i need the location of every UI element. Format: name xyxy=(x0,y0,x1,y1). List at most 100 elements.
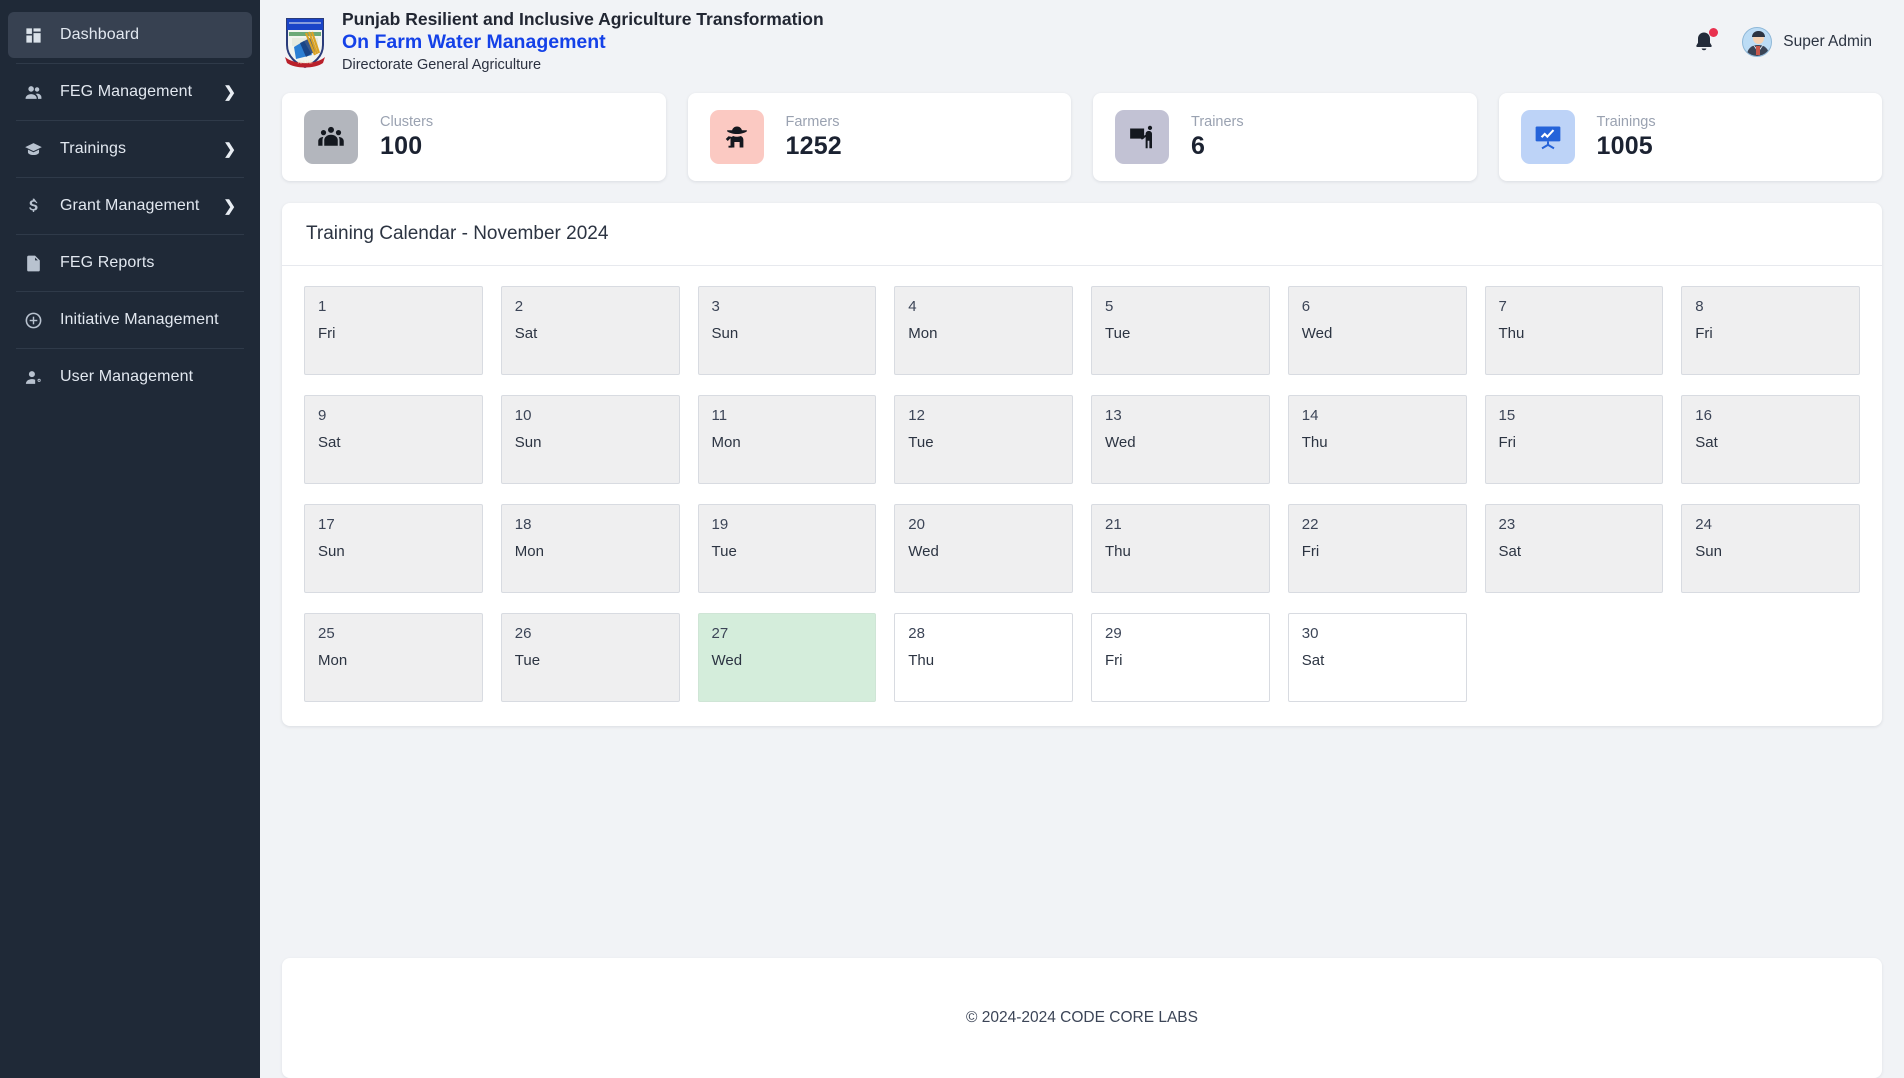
calendar-day-number: 26 xyxy=(514,625,532,642)
calendar-day-number: 24 xyxy=(1695,516,1712,533)
dollar-icon xyxy=(28,198,38,212)
calendar-day-cell[interactable]: 23 Sat xyxy=(1484,504,1664,593)
calendar-day-number: 2 xyxy=(514,298,524,315)
sidebar-nav-list: Dashboard FEG Management ❯ Trainings ❯ Grant … xyxy=(8,12,252,400)
calendar-day-weekday: Thu xyxy=(1498,325,1525,342)
brand-title-line3: Directorate General Agriculture xyxy=(342,56,542,73)
stat-card-trainers[interactable]: Trainers 6 xyxy=(1093,93,1477,181)
calendar-day-weekday: Fri xyxy=(1301,543,1320,560)
avatar xyxy=(1742,26,1773,57)
farmer-icon xyxy=(709,110,764,164)
calendar-day-cell[interactable]: 14 Thu xyxy=(1287,395,1467,484)
calendar-day-cell[interactable]: 26 Tue xyxy=(500,613,680,702)
calendar-day-cell[interactable]: 9 Sat xyxy=(304,395,483,484)
notification-bell-button[interactable] xyxy=(1692,27,1719,55)
stat-card-trainings[interactable]: Trainings 1005 xyxy=(1498,93,1882,181)
calendar-day-cell[interactable]: 27 Wed xyxy=(697,613,877,702)
notification-badge-dot xyxy=(1709,27,1719,37)
calendar-day-number: 18 xyxy=(514,516,532,533)
user-menu-button[interactable]: Super Admin xyxy=(1742,26,1872,57)
calendar-day-number: 1 xyxy=(318,298,327,315)
calendar-day-weekday: Tue xyxy=(1105,325,1131,342)
graduation-cap-icon xyxy=(22,138,44,160)
calendar-day-weekday: Sat xyxy=(318,434,341,451)
calendar-day-weekday: Fri xyxy=(1498,434,1517,451)
sidebar: Dashboard FEG Management ❯ Trainings ❯ Grant … xyxy=(0,0,260,1078)
sidebar-item-feg-reports[interactable]: FEG Reports xyxy=(8,240,252,286)
stat-card-clusters[interactable]: Clusters 100 xyxy=(282,93,666,181)
chevron-right-icon[interactable]: ❯ xyxy=(223,140,236,158)
calendar-day-cell[interactable]: 8 Fri xyxy=(1681,286,1860,375)
calendar-day-cell[interactable]: 13 Wed xyxy=(1091,395,1270,484)
brand-title-line1: Punjab Resilient and Inclusive Agricultu… xyxy=(342,8,824,29)
sidebar-item-initiative-management[interactable]: Initiative Management xyxy=(8,297,252,343)
sidebar-item-user-management[interactable]: User Management xyxy=(8,354,252,400)
calendar-day-cell[interactable]: 12 Tue xyxy=(894,395,1073,484)
calendar-day-number: 7 xyxy=(1498,298,1507,315)
calendar-day-cell[interactable]: 30 Sat xyxy=(1287,613,1467,702)
calendar-day-number: 6 xyxy=(1301,298,1311,315)
brand-block: PUNJAB Punjab Resilient and Inclusive Ag… xyxy=(282,8,824,75)
calendar-day-cell[interactable]: 11 Mon xyxy=(697,395,877,484)
sidebar-item-feg-management[interactable]: FEG Management ❯ xyxy=(8,69,252,115)
calendar-day-cell[interactable]: 19 Tue xyxy=(697,504,877,593)
stat-label: Clusters xyxy=(380,113,434,130)
calendar-day-cell[interactable]: 25 Mon xyxy=(304,613,483,702)
chevron-right-icon[interactable]: ❯ xyxy=(223,197,236,215)
dollar-icon xyxy=(22,195,44,217)
calendar-day-cell[interactable]: 6 Wed xyxy=(1287,286,1467,375)
sidebar-divider xyxy=(16,120,244,121)
calendar-day-weekday: Thu xyxy=(1301,434,1328,451)
calendar-day-number: 30 xyxy=(1301,625,1319,642)
sidebar-divider xyxy=(16,63,244,64)
calendar-day-cell[interactable]: 4 Mon xyxy=(894,286,1073,375)
calendar-day-cell[interactable]: 17 Sun xyxy=(304,504,483,593)
calendar-day-number: 4 xyxy=(908,298,917,315)
user-gear-icon xyxy=(22,366,44,388)
calendar-day-cell[interactable]: 28 Thu xyxy=(894,613,1073,702)
main-area: PUNJAB Punjab Resilient and Inclusive Ag… xyxy=(260,0,1904,1078)
content-area: Clusters 100 Farmers 1252 Trainers 6 Trainings… xyxy=(260,83,1904,890)
sidebar-item-label: FEG Management xyxy=(60,83,193,100)
sidebar-item-trainings[interactable]: Trainings ❯ xyxy=(8,126,252,172)
calendar-body: 1 Fri 2 Sat 3 Sun 4 Mon 5 Tue 6 Wed 7 Thu 8 Fri 9 Sat 10 Su… xyxy=(282,266,1882,726)
calendar-day-weekday: Mon xyxy=(711,434,741,451)
copyright-text: © 2024-2024 CODE CORE LABS xyxy=(966,1009,1198,1026)
calendar-grid: 1 Fri 2 Sat 3 Sun 4 Mon 5 Tue 6 Wed 7 Thu 8 Fri 9 Sat 10 Su… xyxy=(304,286,1860,702)
plus-circle-icon xyxy=(22,309,44,331)
trainer-whiteboard-icon xyxy=(1130,125,1153,149)
calendar-day-cell[interactable]: 24 Sun xyxy=(1681,504,1860,593)
footer-wrapper: © 2024-2024 CODE CORE LABS xyxy=(260,958,1904,1078)
sidebar-item-dashboard[interactable]: Dashboard xyxy=(8,12,252,58)
calendar-day-cell[interactable]: 1 Fri xyxy=(304,286,483,375)
calendar-day-cell[interactable]: 7 Thu xyxy=(1484,286,1664,375)
calendar-day-cell[interactable]: 3 Sun xyxy=(697,286,877,375)
calendar-day-weekday: Wed xyxy=(1301,325,1333,342)
calendar-day-number: 8 xyxy=(1695,298,1704,315)
calendar-day-weekday: Mon xyxy=(908,325,938,342)
calendar-day-cell[interactable]: 15 Fri xyxy=(1484,395,1664,484)
training-calendar-card: Training Calendar - November 2024 1 Fri 2 S… xyxy=(282,203,1882,726)
stat-text: Farmers 1252 xyxy=(786,114,842,161)
calendar-day-cell[interactable]: 21 Thu xyxy=(1091,504,1270,593)
calendar-day-weekday: Tue xyxy=(908,434,934,451)
calendar-day-cell[interactable]: 5 Tue xyxy=(1091,286,1270,375)
calendar-day-weekday: Sun xyxy=(318,543,345,560)
calendar-day-weekday: Tue xyxy=(711,543,737,560)
calendar-day-weekday: Thu xyxy=(908,652,935,669)
calendar-day-cell[interactable]: 10 Sun xyxy=(500,395,680,484)
sidebar-divider xyxy=(16,234,244,235)
calendar-day-cell[interactable]: 29 Fri xyxy=(1091,613,1270,702)
chevron-right-icon[interactable]: ❯ xyxy=(223,83,236,101)
calendar-day-cell[interactable]: 2 Sat xyxy=(500,286,680,375)
calendar-day-cell[interactable]: 22 Fri xyxy=(1287,504,1467,593)
calendar-day-cell[interactable]: 18 Mon xyxy=(500,504,680,593)
calendar-day-number: 25 xyxy=(318,625,335,642)
sidebar-item-grant-management[interactable]: Grant Management ❯ xyxy=(8,183,252,229)
stat-card-farmers[interactable]: Farmers 1252 xyxy=(687,93,1071,181)
calendar-day-number: 10 xyxy=(514,407,532,424)
dashboard-grid-icon xyxy=(22,24,44,46)
brand-title-line2: On Farm Water Management xyxy=(342,31,606,54)
calendar-day-cell[interactable]: 20 Wed xyxy=(894,504,1073,593)
calendar-day-cell[interactable]: 16 Sat xyxy=(1681,395,1860,484)
